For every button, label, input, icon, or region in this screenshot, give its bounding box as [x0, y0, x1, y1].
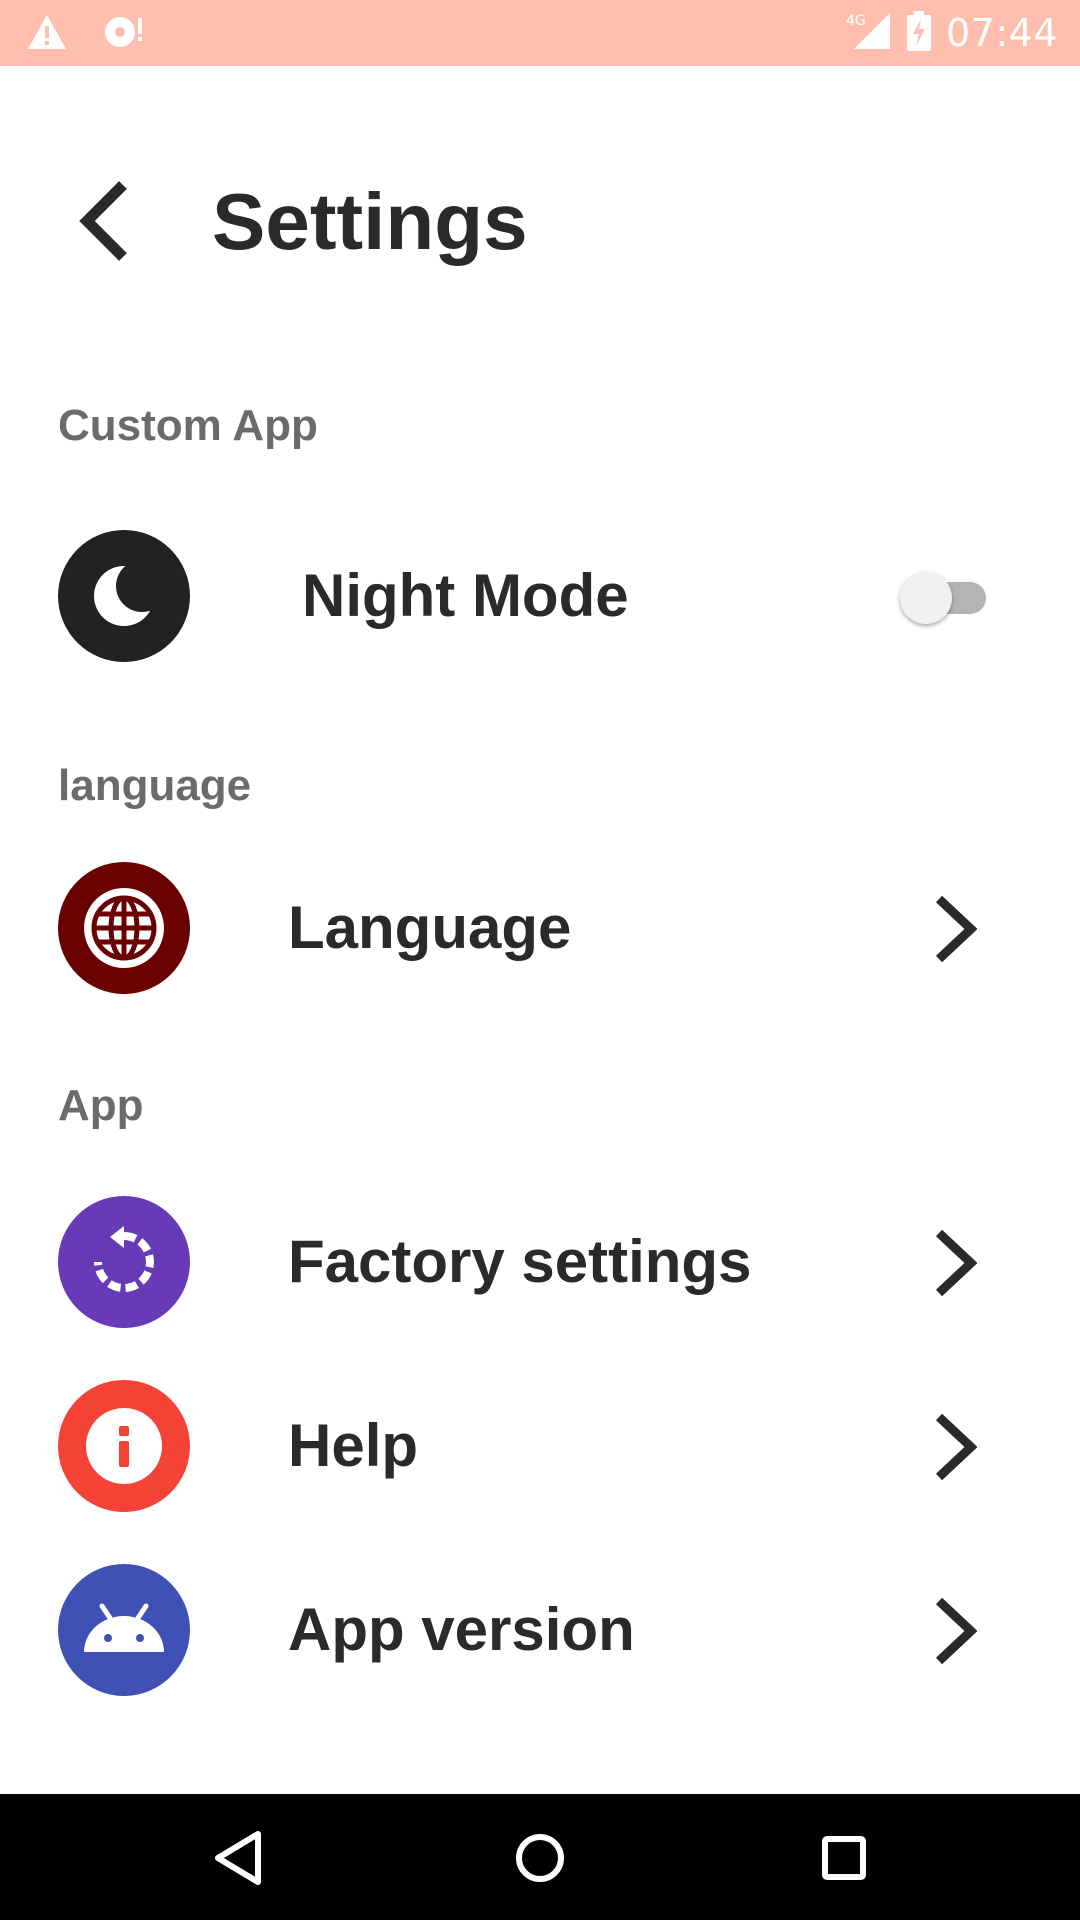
- back-triangle-icon: [215, 1831, 261, 1885]
- page-title: Settings: [212, 177, 528, 266]
- status-bar-left: [26, 12, 146, 57]
- warning-icon: [26, 13, 68, 56]
- globe-icon: [58, 862, 190, 994]
- back-chevron-icon: [79, 181, 127, 261]
- setting-row-help[interactable]: Help: [0, 1366, 1080, 1526]
- nav-home-button[interactable]: [498, 1816, 582, 1900]
- setting-row-language[interactable]: Language: [0, 848, 1080, 1008]
- status-bar: 4G 07:44: [0, 0, 1080, 66]
- back-button[interactable]: [60, 166, 150, 276]
- chevron-right-icon: [922, 1596, 988, 1666]
- section-header-app: App: [58, 1081, 144, 1130]
- home-circle-icon: [516, 1834, 564, 1882]
- app-bar: Settings: [0, 66, 1080, 366]
- chevron-right-icon: [922, 894, 988, 964]
- info-icon: [58, 1380, 190, 1512]
- section-header-language: language: [58, 761, 252, 810]
- chevron-right-icon: [922, 1412, 988, 1482]
- night-mode-toggle[interactable]: [898, 570, 990, 626]
- status-clock: 07:44: [945, 11, 1058, 55]
- setting-row-factory-settings[interactable]: Factory settings: [0, 1182, 1080, 1342]
- chevron-right-icon: [922, 1228, 988, 1298]
- navigation-bar: [0, 1794, 1080, 1920]
- recents-square-icon: [822, 1836, 866, 1880]
- setting-row-night-mode[interactable]: Night Mode: [0, 516, 1080, 676]
- android-icon: [58, 1564, 190, 1696]
- nav-recents-button[interactable]: [802, 1816, 886, 1900]
- status-bar-right: 4G 07:44: [846, 8, 1058, 58]
- signal-icon: 4G: [846, 11, 892, 56]
- battery-charging-icon: [906, 10, 932, 56]
- sd-card-alert-icon: [102, 12, 146, 57]
- setting-row-app-version[interactable]: App version: [0, 1550, 1080, 1710]
- toggle-thumb: [900, 572, 952, 624]
- section-header-custom-app: Custom App: [58, 401, 318, 450]
- help-label: Help: [288, 1412, 419, 1479]
- network-type-label: 4G: [846, 13, 866, 29]
- nav-back-button[interactable]: [196, 1816, 280, 1900]
- moon-icon: [58, 530, 190, 662]
- night-mode-label: Night Mode: [302, 562, 629, 629]
- restore-icon: [58, 1196, 190, 1328]
- factory-settings-label: Factory settings: [288, 1228, 752, 1295]
- language-label: Language: [288, 894, 572, 961]
- app-version-label: App version: [288, 1596, 635, 1663]
